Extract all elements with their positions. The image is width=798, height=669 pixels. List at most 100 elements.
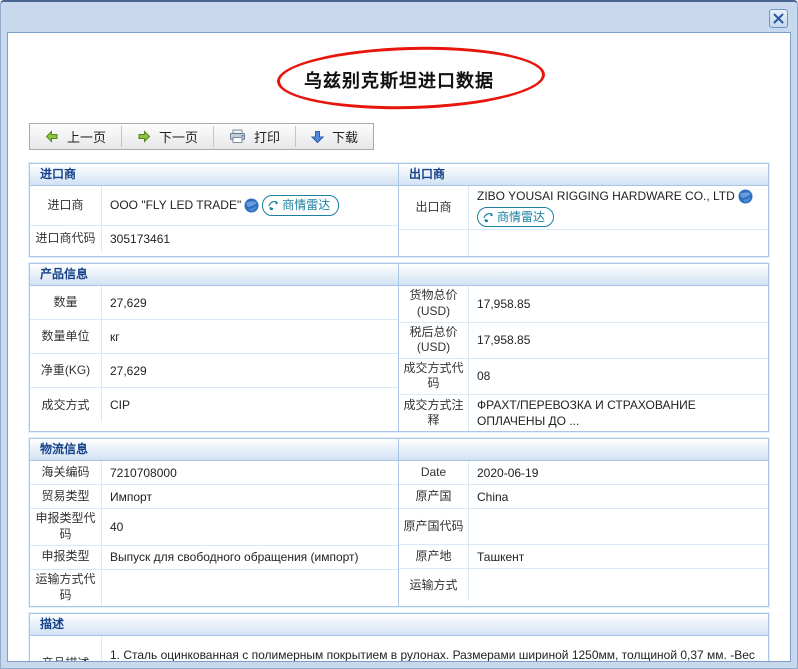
green-arrow-left-icon bbox=[45, 130, 59, 143]
incoterm-code-label: 成交方式代码 bbox=[399, 359, 469, 394]
importer-code-value: 305173461 bbox=[102, 226, 398, 252]
origin-country-code-value bbox=[469, 509, 768, 544]
quantity-label: 数量 bbox=[30, 286, 102, 319]
net-weight-value: 27,629 bbox=[102, 354, 398, 387]
origin-country-code-label: 原产国代码 bbox=[399, 509, 469, 544]
table-row: 进口商 OOO "FLY LED TRADE" bbox=[30, 186, 398, 226]
close-button[interactable] bbox=[769, 9, 788, 28]
importer-section-header: 进口商 bbox=[30, 164, 398, 186]
importer-name-value: OOO "FLY LED TRADE" bbox=[102, 186, 398, 225]
product-section-header-spacer bbox=[399, 264, 768, 286]
satellite-dish-icon bbox=[483, 212, 494, 223]
print-button[interactable]: 打印 bbox=[214, 124, 295, 149]
date-value: 2020-06-19 bbox=[469, 461, 768, 484]
quantity-unit-value: кг bbox=[102, 320, 398, 353]
product-description-value: 1. Сталь оцинкованная с полимерным покры… bbox=[102, 636, 768, 663]
declaration-type-label: 申报类型 bbox=[30, 546, 102, 569]
globe-icon[interactable] bbox=[738, 189, 753, 204]
printer-icon bbox=[229, 129, 246, 144]
quantity-value: 27,629 bbox=[102, 286, 398, 319]
print-label: 打印 bbox=[254, 127, 280, 146]
transport-mode-code-label: 运输方式代码 bbox=[30, 570, 102, 606]
prev-page-label: 上一页 bbox=[67, 127, 106, 146]
section-logistics: 物流信息 海关编码 7210708000 贸易类型 Импорт 申报类型代码 bbox=[29, 438, 769, 606]
transport-mode-value bbox=[469, 569, 768, 601]
satellite-dish-icon bbox=[268, 200, 279, 211]
radar-badge[interactable]: 商情雷达 bbox=[262, 195, 339, 215]
download-button[interactable]: 下载 bbox=[296, 124, 373, 149]
next-page-label: 下一页 bbox=[159, 127, 198, 146]
hs-code-label: 海关编码 bbox=[30, 461, 102, 484]
table-row: 数量 27,629 bbox=[30, 286, 398, 320]
total-value-label: 货物总价 (USD) bbox=[399, 286, 469, 321]
origin-country-value: China bbox=[469, 485, 768, 508]
product-left-block: 产品信息 数量 27,629 数量单位 кг 净重(KG) bbox=[30, 264, 399, 431]
prev-page-button[interactable]: 上一页 bbox=[30, 124, 121, 149]
green-arrow-right-icon bbox=[137, 130, 151, 143]
trade-type-value: Импорт bbox=[102, 485, 398, 508]
radar-badge-label: 商情雷达 bbox=[282, 197, 330, 213]
exporter-empty-value bbox=[469, 230, 768, 256]
table-row: 净重(KG) 27,629 bbox=[30, 354, 398, 388]
exporter-name-value: ZIBO YOUSAI RIGGING HARDWARE CO., LTD bbox=[469, 186, 768, 229]
page-title: 乌兹别克斯坦进口数据 bbox=[8, 67, 790, 93]
logistics-section-header-spacer bbox=[399, 439, 768, 461]
transport-mode-code-value bbox=[102, 570, 398, 606]
table-row: 海关编码 7210708000 bbox=[30, 461, 398, 485]
incoterm-label: 成交方式 bbox=[30, 388, 102, 422]
section-parties: 进口商 进口商 OOO "FLY LED TRADE" bbox=[29, 163, 769, 257]
logistics-right-block: Date 2020-06-19 原产国 China 原产国代码 bbox=[399, 439, 768, 605]
incoterm-code-value: 08 bbox=[469, 359, 768, 394]
table-row: 货物总价 (USD) 17,958.85 bbox=[399, 286, 768, 322]
pager-toolbar: 上一页 下一页 bbox=[29, 123, 374, 150]
radar-badge-label: 商情雷达 bbox=[497, 209, 545, 225]
table-row: 产品描述 1. Сталь оцинкованная с полимерным … bbox=[30, 636, 768, 663]
exporter-name-text: ZIBO YOUSAI RIGGING HARDWARE CO., LTD bbox=[477, 188, 735, 204]
table-row: 成交方式注释 ФРАХТ/ПЕРЕВОЗКА И СТРАХОВАНИЕ ОПЛ… bbox=[399, 395, 768, 431]
section-product-info: 产品信息 数量 27,629 数量单位 кг 净重(KG) bbox=[29, 263, 769, 432]
exporter-name-label: 出口商 bbox=[399, 186, 469, 229]
next-page-button[interactable]: 下一页 bbox=[122, 124, 213, 149]
blue-arrow-down-icon bbox=[311, 130, 324, 144]
trade-type-label: 贸易类型 bbox=[30, 485, 102, 508]
exporter-section-header: 出口商 bbox=[399, 164, 768, 186]
table-row: 成交方式 CIP bbox=[30, 388, 398, 422]
logistics-section-header: 物流信息 bbox=[30, 439, 398, 461]
table-row bbox=[399, 230, 768, 256]
table-row: 申报类型代码 40 bbox=[30, 509, 398, 545]
exporter-block: 出口商 出口商 ZIBO YOUSAI RIGGING HARDWARE CO.… bbox=[399, 164, 768, 256]
table-row: 申报类型 Выпуск для свободного обращения (им… bbox=[30, 546, 398, 570]
table-row: 原产地 Ташкент bbox=[399, 545, 768, 569]
globe-icon[interactable] bbox=[244, 198, 259, 213]
hs-code-value: 7210708000 bbox=[102, 461, 398, 484]
declaration-type-code-label: 申报类型代码 bbox=[30, 509, 102, 544]
screen: 乌兹别克斯坦进口数据 上一页 下一页 bbox=[0, 0, 798, 669]
product-description-label: 产品描述 bbox=[30, 636, 102, 663]
table-row: 数量单位 кг bbox=[30, 320, 398, 354]
radar-badge[interactable]: 商情雷达 bbox=[477, 207, 554, 227]
transport-mode-label: 运输方式 bbox=[399, 569, 469, 601]
net-weight-label: 净重(KG) bbox=[30, 354, 102, 387]
importer-code-label: 进口商代码 bbox=[30, 226, 102, 252]
table-row: 运输方式 bbox=[399, 569, 768, 601]
table-row: 贸易类型 Импорт bbox=[30, 485, 398, 509]
table-row: 原产国代码 bbox=[399, 509, 768, 545]
table-row: 进口商代码 305173461 bbox=[30, 226, 398, 252]
total-value-value: 17,958.85 bbox=[469, 286, 768, 321]
table-row: 成交方式代码 08 bbox=[399, 359, 768, 395]
table-row: 税后总价 (USD) 17,958.85 bbox=[399, 323, 768, 359]
origin-place-value: Ташкент bbox=[469, 545, 768, 568]
data-sections: 进口商 进口商 OOO "FLY LED TRADE" bbox=[29, 163, 769, 662]
logistics-left-block: 物流信息 海关编码 7210708000 贸易类型 Импорт 申报类型代码 bbox=[30, 439, 399, 605]
table-row: 出口商 ZIBO YOUSAI RIGGING HARDWARE CO., LT… bbox=[399, 186, 768, 230]
table-row: 原产国 China bbox=[399, 485, 768, 509]
importer-name-text: OOO "FLY LED TRADE" bbox=[110, 197, 241, 213]
incoterm-note-value: ФРАХТ/ПЕРЕВОЗКА И СТРАХОВАНИЕ ОПЛАЧЕНЫ Д… bbox=[469, 395, 768, 431]
declaration-type-code-value: 40 bbox=[102, 509, 398, 544]
date-label: Date bbox=[399, 461, 469, 484]
origin-place-label: 原产地 bbox=[399, 545, 469, 568]
close-icon bbox=[773, 13, 784, 24]
origin-country-label: 原产国 bbox=[399, 485, 469, 508]
quantity-unit-label: 数量单位 bbox=[30, 320, 102, 353]
incoterm-value: CIP bbox=[102, 388, 398, 422]
